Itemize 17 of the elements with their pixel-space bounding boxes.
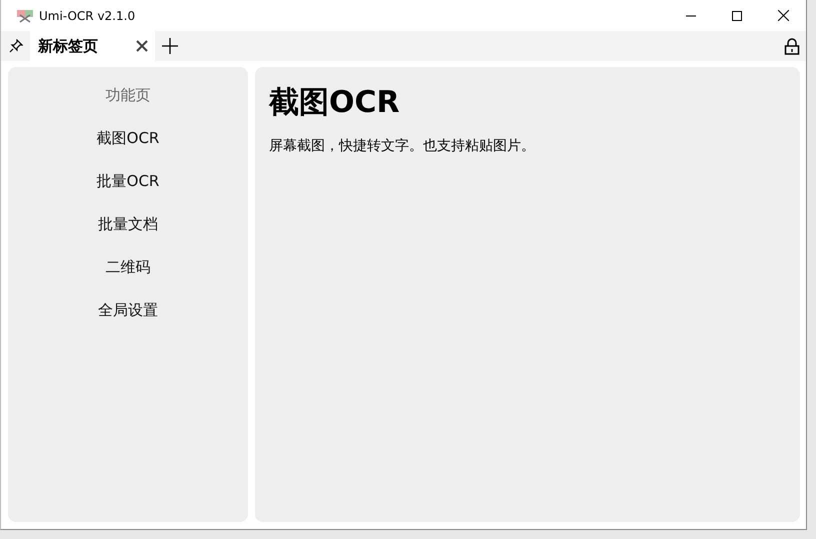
window-title: Umi-OCR v2.1.0 bbox=[39, 8, 136, 22]
close-icon[interactable] bbox=[136, 40, 148, 52]
maximize-icon bbox=[732, 10, 742, 20]
sidebar-item[interactable]: 二维码 bbox=[106, 255, 150, 279]
tab[interactable]: 新标签页 bbox=[30, 31, 155, 61]
page-description: 屏幕截图，快捷转文字。也支持粘贴图片。 bbox=[269, 137, 536, 155]
plus-icon bbox=[162, 38, 178, 54]
app-logo-icon bbox=[17, 8, 33, 22]
lock-icon bbox=[784, 38, 800, 54]
sidebar-item[interactable]: 截图OCR bbox=[96, 126, 160, 150]
sidebar-item[interactable]: 批量OCR bbox=[96, 169, 160, 193]
sidebar-item[interactable]: 批量文档 bbox=[98, 212, 158, 236]
sidebar-item[interactable]: 全局设置 bbox=[98, 298, 158, 322]
sidebar-heading: 功能页 bbox=[106, 85, 150, 106]
page-title: 截图OCR bbox=[269, 84, 401, 122]
close-icon bbox=[778, 10, 788, 21]
pin-icon bbox=[8, 39, 22, 53]
